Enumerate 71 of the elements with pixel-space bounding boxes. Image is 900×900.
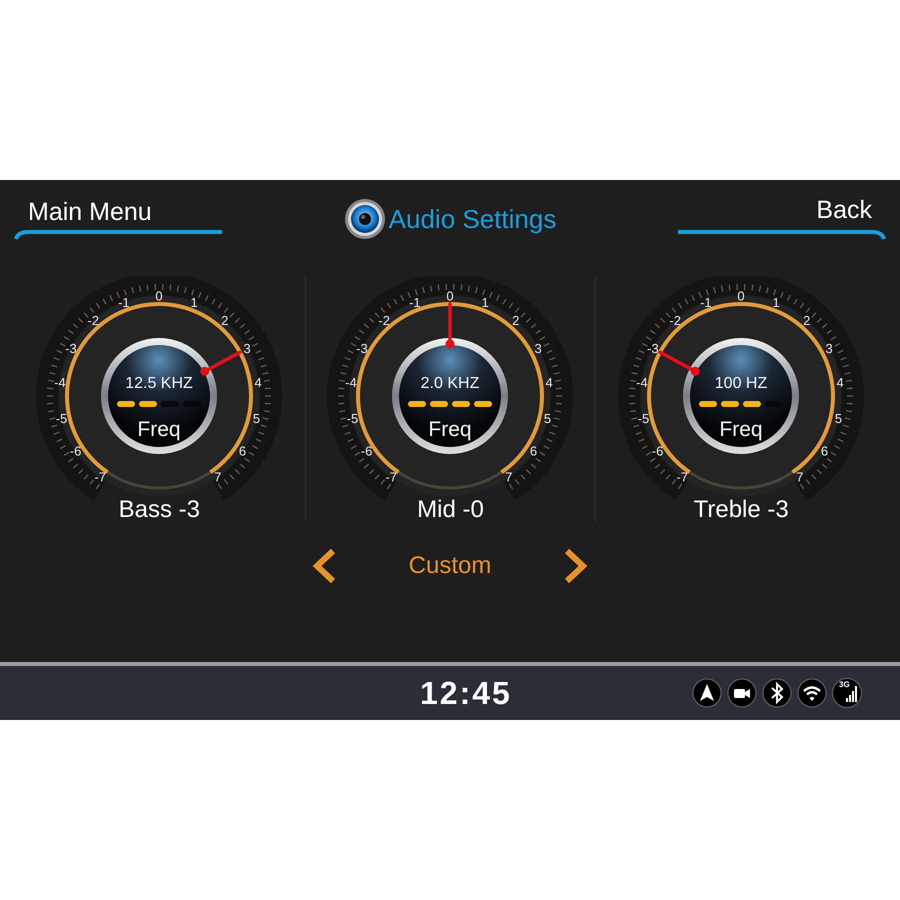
gauge-needle[interactable] [446, 302, 455, 348]
scale-label: 4 [836, 375, 844, 390]
scale-label: 1 [190, 294, 198, 310]
scale-label: -1 [410, 294, 422, 310]
band-label: Treble -3 [694, 498, 789, 522]
speaker-icon [344, 198, 386, 240]
frequency-value: 100 HZ [714, 375, 768, 392]
frequency-value: 12.5 KHZ [126, 375, 194, 392]
scale-label: -5 [638, 410, 650, 426]
scale-label: 6 [530, 444, 538, 459]
scale-label: -6 [361, 444, 373, 459]
scale-label: -3 [65, 341, 78, 356]
scale-label: -5 [347, 410, 359, 426]
scale-label: -6 [70, 444, 82, 459]
scale-label: 6 [239, 444, 246, 459]
band-label: Bass -3 [118, 498, 200, 522]
scale-label: 2 [512, 313, 520, 328]
previous-preset-button[interactable] [310, 548, 337, 584]
scale-label: -1 [118, 294, 130, 310]
scale-label: -5 [56, 410, 68, 426]
scale-label: 5 [835, 410, 842, 426]
knob-label: Freq [720, 418, 763, 441]
scale-label: 7 [506, 469, 513, 484]
mobile-network-badge[interactable]: 3G [832, 678, 862, 708]
scale-label: -7 [386, 469, 398, 484]
network-label: 3G [839, 681, 850, 689]
clock-time: 12:45 [420, 674, 512, 713]
scale-label: 3 [534, 341, 542, 356]
scale-label: 1 [772, 294, 780, 310]
scale-label: 7 [796, 469, 804, 484]
main-menu-button[interactable]: Main Menu [14, 194, 152, 232]
band-label: Mid -0 [417, 498, 484, 522]
scale-label: 0 [156, 288, 163, 304]
scale-label: 3 [244, 341, 251, 356]
scale-label: -3 [647, 341, 659, 356]
bluetooth-icon[interactable] [762, 678, 792, 708]
frequency-value: 2.0 KHZ [421, 375, 480, 392]
scale-label: -7 [676, 469, 688, 484]
scale-label: -2 [670, 313, 682, 328]
scale-label: 0 [446, 288, 454, 304]
screen-title: Audio Settings [388, 202, 556, 236]
scale-label: -2 [378, 313, 390, 328]
scale-label: -1 [700, 294, 712, 310]
gauge-needle[interactable] [658, 350, 700, 376]
scale-label: 2 [803, 313, 811, 328]
scale-label: 3 [826, 341, 833, 356]
scale-label: 7 [214, 469, 222, 484]
scale-label: 4 [546, 375, 554, 390]
scale-label: 1 [482, 294, 490, 310]
next-preset-button[interactable] [563, 548, 590, 584]
back-button[interactable]: Back [816, 192, 886, 230]
scale-label: -4 [636, 375, 648, 390]
gauge-needle[interactable] [200, 350, 242, 376]
scale-label: -2 [88, 313, 100, 328]
knob-label: Freq [138, 418, 181, 441]
scale-label: -6 [652, 444, 664, 459]
scale-label: 5 [544, 410, 552, 426]
scale-label: -7 [94, 469, 106, 484]
scale-label: 2 [222, 313, 229, 328]
scale-label: 0 [738, 288, 745, 304]
scale-label: 4 [254, 375, 262, 390]
scale-label: 5 [253, 410, 260, 426]
camera-icon[interactable] [727, 678, 757, 708]
scale-label: -4 [54, 375, 66, 390]
scale-label: -3 [356, 341, 368, 356]
wifi-icon[interactable] [797, 678, 827, 708]
scale-label: 6 [821, 444, 828, 459]
preset-name: Custom [408, 551, 492, 581]
scale-label: -4 [346, 375, 358, 390]
knob-label: Freq [428, 418, 472, 441]
signal-bars-icon [846, 686, 857, 702]
